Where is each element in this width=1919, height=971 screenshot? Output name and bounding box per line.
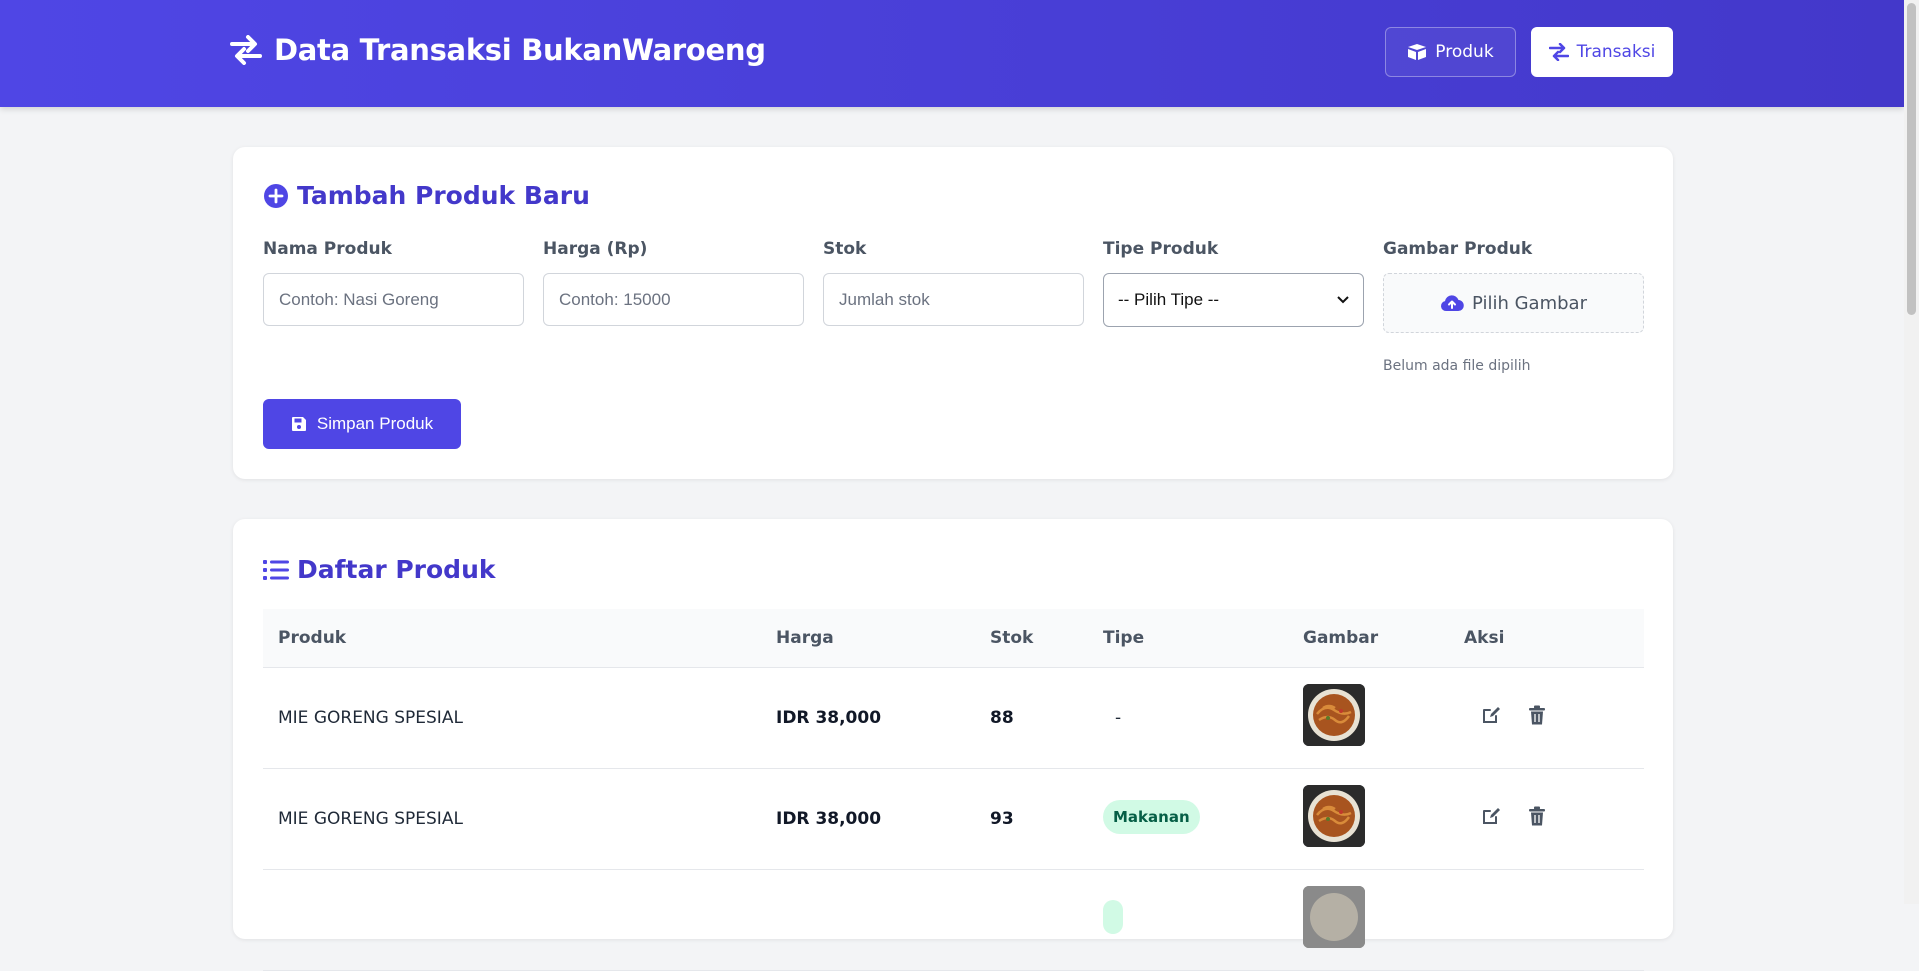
- product-list-title: Daftar Produk: [263, 555, 496, 584]
- product-list-card: Daftar Produk Produk Harga Stok Tipe Gam…: [233, 519, 1673, 971]
- harga-label: Harga (Rp): [543, 239, 648, 259]
- chevron-down-icon: [1337, 296, 1349, 304]
- table-row: MIE GORENG SPESIAL IDR 38,000 93 Makanan: [263, 769, 1644, 870]
- cell-harga: IDR 38,000: [776, 809, 882, 829]
- harga-input[interactable]: [543, 273, 804, 326]
- save-icon: [291, 417, 306, 431]
- tipe-produk-field: Tipe Produk -- Pilih Tipe --: [1103, 239, 1364, 327]
- table-row: MIE GORENG SPESIAL IDR 38,000 88 -: [263, 668, 1644, 769]
- tipe-produk-selected: -- Pilih Tipe --: [1118, 290, 1220, 309]
- nav-produk-label: Produk: [1435, 42, 1494, 62]
- pilih-gambar-button[interactable]: Pilih Gambar: [1383, 273, 1644, 333]
- cell-stok: 93: [990, 809, 1014, 829]
- col-produk: Produk: [278, 628, 347, 648]
- cell-harga: IDR 38,000: [776, 708, 882, 728]
- gambar-produk-field: Gambar Produk Pilih Gambar Belum ada fil…: [1383, 239, 1644, 374]
- cloud-upload-icon: [1441, 295, 1464, 312]
- stok-field: Stok: [823, 239, 1084, 326]
- trash-icon[interactable]: [1528, 806, 1546, 831]
- gambar-produk-label: Gambar Produk: [1383, 239, 1533, 259]
- col-stok: Stok: [990, 628, 1034, 648]
- tipe-produk-label: Tipe Produk: [1103, 239, 1219, 259]
- col-gambar: Gambar: [1303, 628, 1379, 648]
- exchange-icon: [230, 33, 264, 67]
- scrollbar-thumb[interactable]: [1907, 3, 1916, 315]
- table-row: [263, 870, 1644, 971]
- page-title: Data Transaksi BukanWaroeng: [274, 33, 766, 67]
- product-thumbnail: [1303, 886, 1365, 948]
- page-scrollbar[interactable]: [1904, 0, 1919, 904]
- cell-stok: 88: [990, 708, 1014, 728]
- exchange-icon: [1548, 43, 1569, 61]
- stok-input[interactable]: [823, 273, 1084, 326]
- plus-circle-icon: [264, 183, 288, 208]
- add-product-card: Tambah Produk Baru Nama Produk Harga (Rp…: [233, 147, 1673, 479]
- product-thumbnail: [1303, 785, 1365, 847]
- save-product-button[interactable]: Simpan Produk: [263, 399, 461, 449]
- edit-icon[interactable]: [1481, 806, 1501, 831]
- product-table: Produk Harga Stok Tipe Gambar Aksi MIE G…: [263, 609, 1644, 971]
- list-icon: [263, 559, 289, 580]
- tipe-badge: Makanan: [1103, 800, 1200, 834]
- app-header: Data Transaksi BukanWaroeng Produk Trans…: [0, 0, 1904, 107]
- cell-tipe: -: [1115, 708, 1122, 728]
- col-aksi: Aksi: [1464, 628, 1505, 648]
- product-thumbnail: [1303, 684, 1365, 746]
- tipe-produk-select[interactable]: -- Pilih Tipe --: [1103, 273, 1364, 327]
- brand: Data Transaksi BukanWaroeng: [230, 33, 766, 67]
- col-tipe: Tipe: [1103, 628, 1145, 648]
- harga-field: Harga (Rp): [543, 239, 804, 326]
- stok-label: Stok: [823, 239, 867, 259]
- col-harga: Harga: [776, 628, 834, 648]
- trash-icon[interactable]: [1528, 705, 1546, 730]
- nama-produk-label: Nama Produk: [263, 239, 392, 259]
- edit-icon[interactable]: [1481, 705, 1501, 730]
- nav-produk-button[interactable]: Produk: [1385, 27, 1516, 77]
- cell-produk: MIE GORENG SPESIAL: [278, 708, 463, 728]
- table-header: Produk Harga Stok Tipe Gambar Aksi: [263, 609, 1644, 668]
- cell-produk: MIE GORENG SPESIAL: [278, 809, 463, 829]
- tipe-badge: [1103, 900, 1123, 934]
- box-icon: [1408, 44, 1427, 60]
- add-product-title: Tambah Produk Baru: [263, 181, 590, 210]
- file-hint: Belum ada file dipilih: [1383, 358, 1531, 374]
- nav-transaksi-button[interactable]: Transaksi: [1531, 27, 1673, 77]
- nama-produk-field: Nama Produk: [263, 239, 524, 326]
- nav-transaksi-label: Transaksi: [1576, 42, 1656, 62]
- pilih-gambar-label: Pilih Gambar: [1472, 292, 1587, 314]
- nama-produk-input[interactable]: [263, 273, 524, 326]
